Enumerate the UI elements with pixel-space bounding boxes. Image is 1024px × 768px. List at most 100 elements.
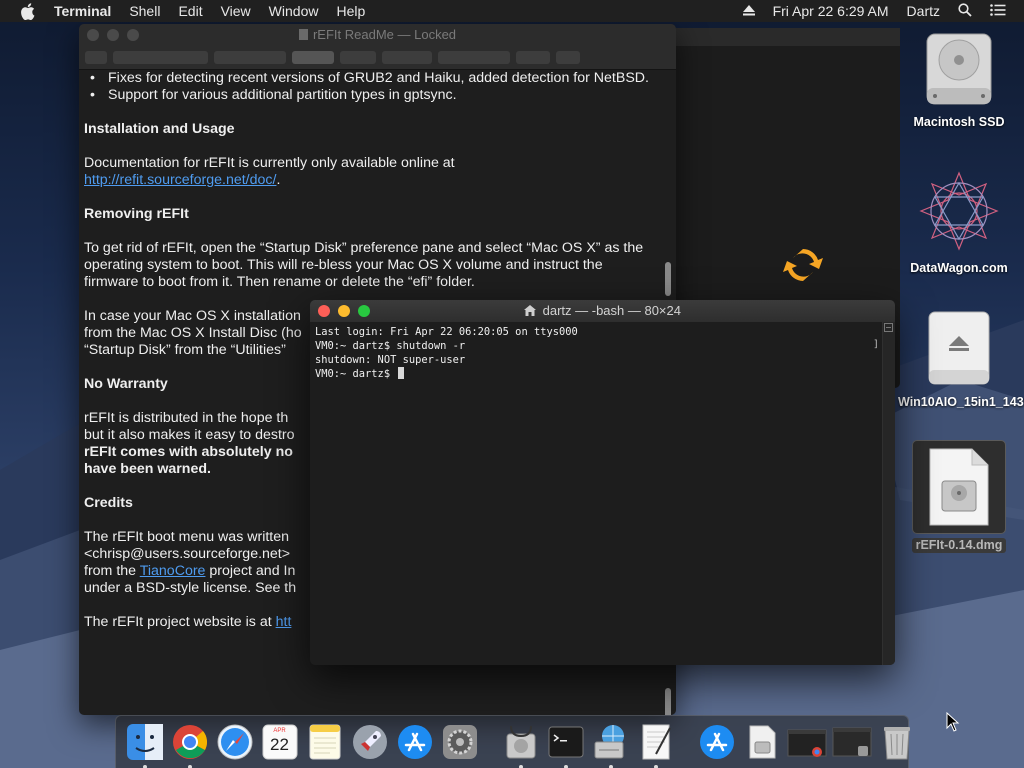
documentation-link[interactable]: http://refit.sourceforge.net/doc/ [84,172,276,188]
terminal-close-button[interactable] [318,305,330,317]
terminal-scrollbar[interactable] [882,322,895,665]
readme-close-button[interactable] [87,29,99,41]
heading-installation: Installation and Usage [84,121,235,137]
network-utility-icon [594,725,624,759]
dmg-file-icon [929,448,989,526]
dock-safari[interactable] [215,722,255,762]
text-line: but it also makes it easy to destro [84,427,295,443]
window-thumbnail-icon [787,729,826,757]
menu-window[interactable]: Window [269,3,319,19]
text-line: have been warned. [84,461,211,477]
dock-network-utility[interactable] [591,722,631,768]
terminal-prompt-line[interactable]: VM0:~ dartz$ [315,367,878,381]
text-line: under a BSD-style license. See th [84,580,297,596]
dock-disk-utility[interactable] [501,722,541,768]
menubar-clock[interactable]: Fri Apr 22 6:29 AM [773,3,889,19]
mouse-pointer-icon [946,712,960,732]
terminal-window[interactable]: dartz — -bash — 80×24 Last login: Fri Ap… [310,300,895,665]
dock-app-store-downloads[interactable] [697,722,737,762]
menu-app-terminal[interactable]: Terminal [54,3,111,19]
readme-scroll-thumb[interactable] [665,262,671,296]
dock-system-preferences[interactable] [440,722,480,762]
hard-drive-icon [926,33,992,105]
app-store-folder-icon [699,725,734,759]
dock-calendar[interactable]: APR 22 [260,722,300,762]
text-line: In case your Mac OS X installation [84,308,301,324]
terminal-zoom-button[interactable] [358,305,370,317]
font-size-select[interactable] [292,51,334,64]
desktop-icon-datawagon[interactable]: DataWagon.com [905,168,1013,276]
dock-trash[interactable] [877,722,917,762]
menu-help[interactable]: Help [336,3,365,19]
chrome-icon [172,725,207,759]
menu-shell[interactable]: Shell [129,3,160,19]
apple-menu-icon[interactable] [20,0,36,22]
sync-icon [783,249,823,281]
terminal-line: shutdown: NOT super-user [315,354,466,366]
dock-terminal[interactable] [546,722,586,768]
color-buttons[interactable] [340,51,376,64]
notification-center-icon[interactable] [990,3,1006,19]
desktop-icon-macintosh-ssd[interactable]: Macintosh SSD [905,30,1013,130]
dock-notes[interactable] [305,722,345,762]
dock-launchpad[interactable] [350,722,390,762]
desktop-icon-refit-dmg[interactable]: rEFIt-0.14.dmg [905,440,1013,553]
menu-bar: Terminal Shell Edit View Window Help Fri… [0,0,1024,22]
menu-edit[interactable]: Edit [178,3,202,19]
dock-textedit[interactable] [636,722,676,768]
dock-disk-image[interactable] [742,722,782,762]
website-link[interactable]: htt [276,614,292,630]
spacing-select[interactable] [516,51,550,64]
changes-list: Fixes for detecting recent versions of G… [84,70,658,104]
list-item: Support for various additional partition… [90,87,658,104]
readme-title: rEFIt ReadMe — Locked [312,27,457,42]
terminal-minimize-button[interactable] [338,305,350,317]
finder-titlebar[interactable] [676,28,900,46]
selection-highlight [912,440,1006,534]
list-item: Fixes for detecting recent versions of G… [90,70,658,87]
readme-minimize-button[interactable] [107,29,119,41]
calendar-month: APR [273,728,286,734]
readme-zoom-button[interactable] [127,29,139,41]
dock: APR 22 [115,715,910,768]
dock-chrome[interactable] [170,722,210,768]
dock-window-thumbnail-2[interactable] [832,722,872,762]
spotlight-search-icon[interactable] [958,2,972,20]
desktop-icon-win10aio[interactable]: Win10AIO_15in1_14393.321 [898,308,1024,410]
disk-utility-stethoscope-icon [506,725,535,759]
text-line: rEFIt comes with absolutely no [84,444,293,460]
bold-italic-underline[interactable] [382,51,432,64]
text-line: rEFIt is distributed in the hope th [84,410,289,426]
desktop-icon-label: Macintosh SSD [913,115,1005,129]
terminal-icon [548,726,583,758]
terminal-line: VM0:~ dartz$ shutdown -r [315,340,466,352]
text-line: The rEFIt project website is at [84,614,276,630]
readme-titlebar[interactable]: rEFIt ReadMe — Locked [79,24,676,46]
menu-view[interactable]: View [221,3,251,19]
dock-finder[interactable] [125,722,165,768]
text-line: from the [84,563,140,579]
style-menu[interactable] [85,51,107,64]
terminal-title: dartz — -bash — 80×24 [542,303,681,318]
system-preferences-gear-icon [442,725,477,759]
tianocore-link[interactable]: TianoCore [140,563,206,579]
terminal-titlebar[interactable]: dartz — -bash — 80×24 [310,300,895,322]
font-family-select[interactable] [113,51,208,64]
font-style-select[interactable] [214,51,286,64]
paragraph-removing: To get rid of rEFIt, open the “Startup D… [84,240,644,290]
readme-scroll-thumb-lower[interactable] [665,688,671,715]
alignment-buttons[interactable] [438,51,510,64]
split-pane-button[interactable] [884,323,893,332]
terminal-output[interactable]: Last login: Fri Apr 22 06:20:05 on ttys0… [310,322,883,665]
dock-app-store[interactable] [395,722,435,762]
terminal-line: Last login: Fri Apr 22 06:20:05 on ttys0… [315,326,578,338]
text-cursor [398,367,405,379]
text-line: The rEFIt boot menu was written [84,529,290,545]
home-folder-icon [523,303,543,318]
menubar-user[interactable]: Dartz [907,3,940,19]
trash-icon [883,727,910,760]
list-select[interactable] [556,51,580,64]
textedit-icon [642,724,671,760]
eject-icon[interactable] [742,3,755,19]
dock-window-thumbnail-1[interactable] [787,722,827,762]
